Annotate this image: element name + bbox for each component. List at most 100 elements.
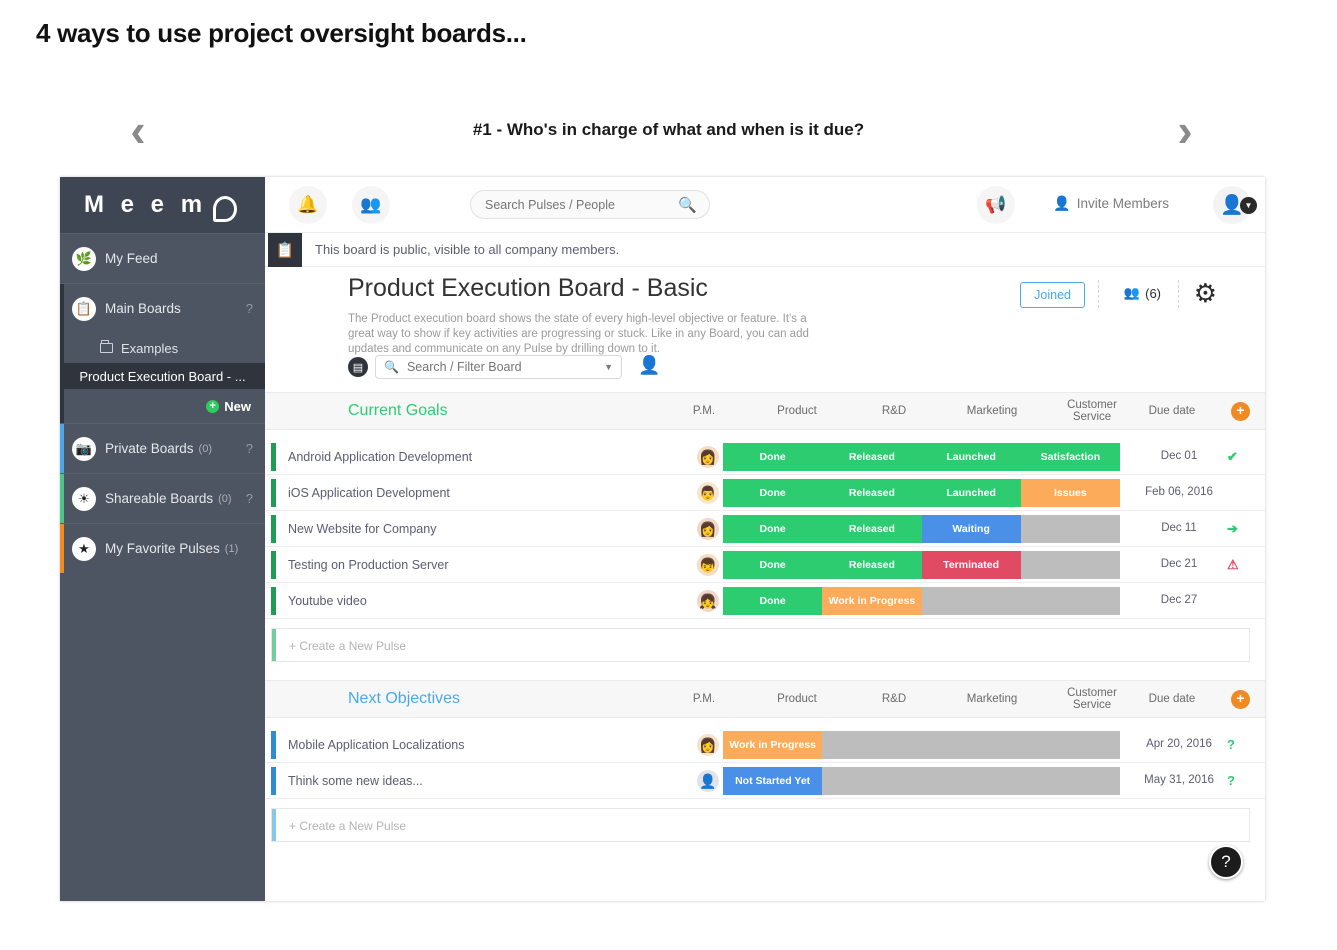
status-cell[interactable]: Done (723, 515, 823, 543)
avatar[interactable]: 👨 (697, 482, 719, 504)
help-question-icon[interactable]: ? (246, 491, 253, 506)
pulse-name[interactable]: Mobile Application Localizations (288, 738, 465, 752)
column-header[interactable]: Marketing (950, 405, 1034, 417)
table-row[interactable]: Mobile Application Localizations 👩 Work in… (265, 727, 1265, 763)
app-logo[interactable]: M e e m (60, 177, 265, 233)
avatar[interactable]: 👩 (697, 518, 719, 540)
create-new-pulse-row[interactable]: + Create a New Pulse (271, 808, 1250, 842)
table-row[interactable]: Testing on Production Server 👦 Done Release… (265, 547, 1265, 583)
column-header[interactable]: Customer Service (1050, 687, 1134, 711)
sidebar-item-shareable-boards[interactable]: ☀ Shareable Boards (0) ? (60, 473, 265, 523)
status-cell[interactable]: Launched (921, 443, 1021, 471)
add-pulse-button[interactable]: + (1231, 689, 1250, 709)
status-cell[interactable]: Released (822, 479, 922, 507)
status-cell[interactable]: Done (723, 479, 823, 507)
status-cell[interactable] (822, 731, 1120, 759)
status-cell[interactable] (921, 587, 1120, 615)
avatar[interactable]: 👤 (697, 770, 719, 792)
column-header[interactable]: R&D (852, 405, 936, 417)
status-cell[interactable]: Released (822, 551, 922, 579)
table-row[interactable]: New Website for Company 👩 Done Released Wait… (265, 511, 1265, 547)
due-date[interactable]: Feb 06, 2016 (1125, 486, 1233, 498)
board-view-icon[interactable]: ▤ (348, 357, 368, 377)
status-cell[interactable]: Done (723, 551, 823, 579)
column-header[interactable]: Product (755, 693, 839, 705)
column-header[interactable]: Product (755, 405, 839, 417)
status-cell[interactable] (1020, 551, 1120, 579)
pulse-name[interactable]: Youtube video (288, 594, 367, 608)
chevron-down-icon[interactable]: ▼ (604, 362, 613, 372)
status-cell[interactable]: Waiting (921, 515, 1021, 543)
column-header[interactable]: P.M. (662, 693, 746, 705)
table-row[interactable]: Youtube video 👧 Done Work in Progress Dec 27 (265, 583, 1265, 619)
status-cell[interactable]: Done (723, 587, 823, 615)
status-cell[interactable] (1020, 515, 1120, 543)
search-input[interactable] (483, 196, 679, 213)
status-cell[interactable]: Released (822, 515, 922, 543)
table-row[interactable]: Android Application Development 👩 Done Rele… (265, 439, 1265, 475)
sidebar-new-board-button[interactable]: + New (60, 389, 265, 423)
help-button[interactable]: ? (1209, 845, 1243, 879)
avatar[interactable]: 👧 (697, 590, 719, 612)
column-header[interactable]: P.M. (662, 405, 746, 417)
sidebar-item-private-boards[interactable]: 📷 Private Boards (0) ? (60, 423, 265, 473)
notifications-bell-button[interactable]: 🔔 (289, 186, 327, 224)
user-menu-caret[interactable]: ▼ (1240, 197, 1257, 214)
sidebar-item-my-feed[interactable]: 🌿 My Feed (60, 233, 265, 283)
filter-input[interactable] (404, 359, 605, 375)
due-date[interactable]: May 31, 2016 (1125, 774, 1233, 786)
status-cell[interactable]: Not Started Yet (723, 767, 823, 795)
global-search[interactable]: 🔍 (470, 190, 710, 219)
status-cell[interactable]: Released (822, 443, 922, 471)
avatar[interactable]: 👦 (697, 554, 719, 576)
pulse-name[interactable]: iOS Application Development (288, 486, 450, 500)
filter-by-person-icon[interactable]: 👤 (638, 355, 660, 376)
board-filter-field[interactable]: 🔍 ▼ (375, 355, 622, 379)
column-header[interactable]: Customer Service (1050, 399, 1134, 423)
help-question-icon[interactable]: ? (246, 441, 253, 456)
status-cell[interactable]: Done (723, 443, 823, 471)
joined-button[interactable]: Joined (1020, 282, 1085, 308)
board-members-button[interactable]: 👥 (6) (1124, 285, 1161, 301)
status-cell[interactable] (822, 767, 1120, 795)
due-date[interactable]: Dec 21 (1125, 558, 1233, 570)
column-header[interactable]: Due date (1130, 693, 1214, 705)
section-title[interactable]: Current Goals (348, 402, 448, 420)
column-header[interactable]: R&D (852, 693, 936, 705)
column-header[interactable]: Due date (1130, 405, 1214, 417)
people-button[interactable]: 👥 (352, 186, 390, 224)
table-row[interactable]: Think some new ideas... 👤 Not Started Yet M… (265, 763, 1265, 799)
sidebar-item-main-boards[interactable]: 📋 Main Boards ? (60, 283, 265, 333)
board-settings-button[interactable]: ⚙ (1194, 278, 1217, 309)
due-status-icon[interactable]: ? (1227, 773, 1235, 788)
due-status-icon[interactable]: ✔ (1227, 449, 1238, 465)
add-pulse-button[interactable]: + (1231, 401, 1250, 421)
due-status-icon[interactable]: ? (1227, 737, 1235, 752)
column-header[interactable]: Marketing (950, 693, 1034, 705)
due-date[interactable]: Apr 20, 2016 (1125, 738, 1233, 750)
pulse-name[interactable]: Testing on Production Server (288, 558, 449, 572)
help-question-icon[interactable]: ? (246, 301, 253, 316)
sidebar-subitem-examples[interactable]: Examples (60, 333, 265, 363)
pulse-name[interactable]: New Website for Company (288, 522, 436, 536)
status-cell[interactable]: Terminated (921, 551, 1021, 579)
pulse-name[interactable]: Android Application Development (288, 450, 472, 464)
create-new-pulse-row[interactable]: + Create a New Pulse (271, 628, 1250, 662)
status-cell[interactable]: Issues (1020, 479, 1120, 507)
status-cell[interactable]: Satisfaction (1020, 443, 1120, 471)
sidebar-item-product-execution-board[interactable]: Product Execution Board - ... (60, 363, 265, 389)
due-status-icon[interactable]: ⚠ (1227, 557, 1239, 573)
due-date[interactable]: Dec 27 (1125, 594, 1233, 606)
table-row[interactable]: iOS Application Development 👨 Done Released… (265, 475, 1265, 511)
due-status-icon[interactable]: ➔ (1227, 521, 1238, 537)
invite-members-button[interactable]: 👤 Invite Members (1053, 195, 1169, 212)
avatar[interactable]: 👩 (697, 446, 719, 468)
status-cell[interactable]: Launched (921, 479, 1021, 507)
announcements-button[interactable]: 📢 (977, 186, 1015, 224)
avatar[interactable]: 👩 (697, 734, 719, 756)
status-cell[interactable]: Work in Progress (822, 587, 922, 615)
section-title[interactable]: Next Objectives (348, 690, 460, 708)
status-cell[interactable]: Work in Progress (723, 731, 823, 759)
sidebar-item-my-favorite-pulses[interactable]: ★ My Favorite Pulses (1) (60, 523, 265, 573)
due-date[interactable]: Dec 01 (1125, 450, 1233, 462)
